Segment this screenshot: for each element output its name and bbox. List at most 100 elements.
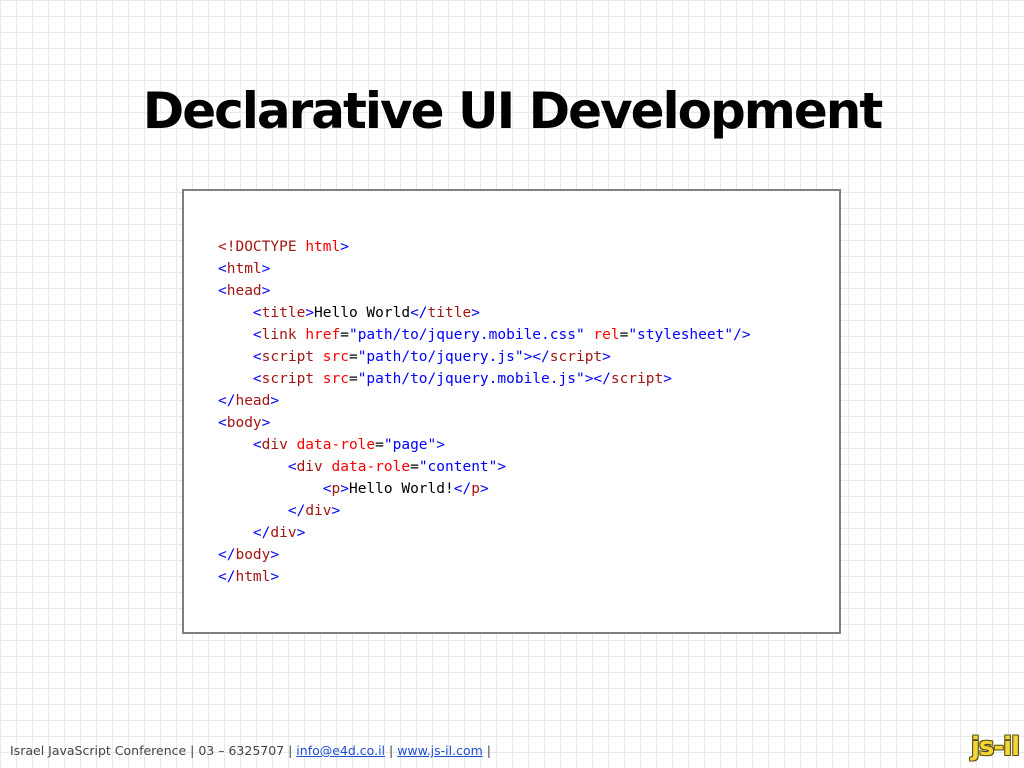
code-token: > <box>340 239 349 255</box>
code-token: div <box>261 437 297 453</box>
code-token: < <box>218 327 262 343</box>
code-token: > <box>270 569 280 585</box>
code-token: < <box>218 261 227 277</box>
code-token: "stylesheet" <box>628 327 734 343</box>
code-token: title <box>261 305 306 321</box>
code-screenshot: <!DOCTYPE html> <html> <head> <title>Hello… <box>182 189 841 634</box>
code-token: = <box>348 371 358 387</box>
code-line: <title>Hello World</title> <box>218 302 751 324</box>
code-token: head <box>226 283 262 299</box>
code-token: </ <box>218 393 236 409</box>
code-token: > <box>305 305 315 321</box>
code-token: p <box>331 481 341 497</box>
footer-prefix: Israel JavaScript Conference | 03 – 6325… <box>10 743 297 758</box>
code-token: Hello World! <box>348 481 454 497</box>
code-token: data-role <box>296 437 376 453</box>
code-token: "content" <box>418 459 498 475</box>
code-token: script <box>610 371 664 387</box>
code-token: > <box>261 283 271 299</box>
code-token: rel <box>584 327 620 343</box>
js-il-logo: js-il <box>970 732 1020 762</box>
code-token: > <box>602 349 611 365</box>
code-token: > <box>340 481 349 497</box>
slide-title: Declarative UI Development <box>142 82 884 140</box>
code-token: </ <box>410 305 428 321</box>
code-token: < <box>218 459 297 475</box>
code-line: <script src="path/to/jquery.mobile.js"><… <box>218 368 751 390</box>
code-token: "page" <box>383 437 437 453</box>
code-token: Hello World <box>314 305 411 321</box>
code-line: <script src="path/to/jquery.js"></script… <box>218 346 751 368</box>
code-token: data-role <box>331 459 411 475</box>
email-link[interactable]: info@e4d.co.il <box>296 743 385 758</box>
code-token: > <box>270 393 280 409</box>
code-line: <!DOCTYPE html> <box>218 236 751 258</box>
code-token: = <box>410 459 419 475</box>
code-token: html <box>235 569 271 585</box>
footer: Israel JavaScript Conference | 03 – 6325… <box>10 743 491 758</box>
code-line: </body> <box>218 544 751 566</box>
footer-suffix: | <box>482 743 491 758</box>
code-token: "path/to/jquery.js" <box>357 349 524 365</box>
code-token: = <box>348 349 358 365</box>
code-token: = <box>340 327 349 343</box>
code-token: > <box>663 371 673 387</box>
code-token: < <box>218 305 262 321</box>
code-token: script <box>261 349 323 365</box>
code-token: div <box>270 525 297 541</box>
code-token: < <box>218 481 332 497</box>
code-token: href <box>305 327 341 343</box>
code-token: </ <box>218 547 236 563</box>
code-token: head <box>235 393 271 409</box>
code-token: < <box>218 349 262 365</box>
code-token: < <box>218 283 227 299</box>
code-token: body <box>235 547 271 563</box>
code-line: <link href="path/to/jquery.mobile.css" r… <box>218 324 751 346</box>
code-token: html <box>226 261 262 277</box>
code-token: src <box>322 349 349 365</box>
code-token: "path/to/jquery.mobile.css" <box>348 327 585 343</box>
code-token: > <box>261 415 271 431</box>
code-token: > <box>331 503 341 519</box>
code-token: title <box>427 305 472 321</box>
code-token: body <box>226 415 262 431</box>
code-block: <!DOCTYPE html> <html> <head> <title>Hello… <box>218 236 751 588</box>
code-token: script <box>549 349 603 365</box>
code-token: link <box>261 327 306 343</box>
code-token: html <box>305 239 341 255</box>
code-line: </html> <box>218 566 751 588</box>
code-token: </ <box>453 481 472 497</box>
code-line: <html> <box>218 258 751 280</box>
code-line: </div> <box>218 522 751 544</box>
website-link[interactable]: www.js-il.com <box>397 743 483 758</box>
code-token: <!DOCTYPE <box>218 239 306 255</box>
code-token: /> <box>733 327 751 343</box>
code-token: </ <box>218 503 306 519</box>
code-token: = <box>375 437 384 453</box>
footer-separator: | <box>385 743 398 758</box>
code-token: "path/to/jquery.mobile.js" <box>357 371 585 387</box>
code-line: </head> <box>218 390 751 412</box>
code-token: ></ <box>523 349 550 365</box>
code-token: > <box>261 261 271 277</box>
code-token: p <box>471 481 480 497</box>
code-line: <div data-role="page"> <box>218 434 751 456</box>
code-token: div <box>296 459 332 475</box>
code-line: <p>Hello World!</p> <box>218 478 751 500</box>
code-token: > <box>471 305 480 321</box>
code-token: > <box>296 525 306 541</box>
code-token: > <box>497 459 507 475</box>
code-token: > <box>479 481 489 497</box>
code-token: ></ <box>584 371 611 387</box>
code-token: < <box>218 415 227 431</box>
code-token: </ <box>218 525 271 541</box>
code-line: <body> <box>218 412 751 434</box>
code-token: > <box>436 437 446 453</box>
code-token: script <box>261 371 323 387</box>
code-line: <div data-role="content"> <box>218 456 751 478</box>
code-line: <head> <box>218 280 751 302</box>
code-line: </div> <box>218 500 751 522</box>
code-token: </ <box>218 569 236 585</box>
code-token: src <box>322 371 349 387</box>
code-token: < <box>218 437 262 453</box>
